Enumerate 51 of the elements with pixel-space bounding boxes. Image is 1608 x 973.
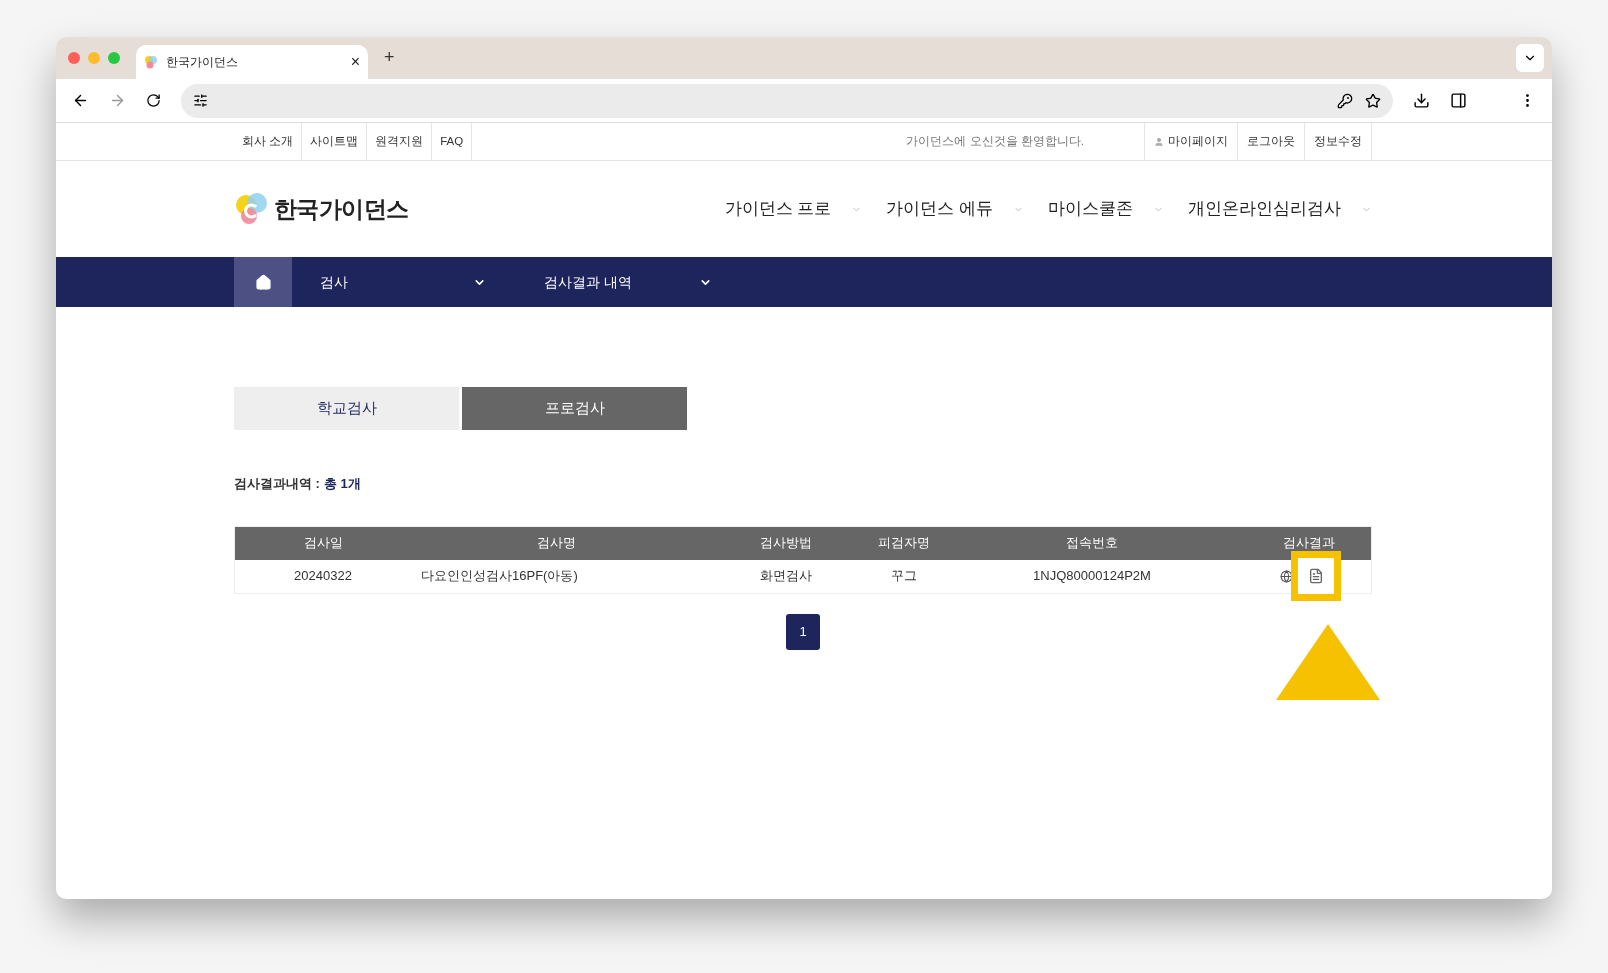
column-header: 검사방법 <box>759 534 813 553</box>
bookmark-icon[interactable] <box>1365 92 1381 109</box>
table-cell-text: 화면검사 <box>759 567 813 586</box>
pdf-download-button[interactable] <box>1298 558 1334 594</box>
site-settings-icon[interactable] <box>193 93 208 108</box>
nav-dropdown[interactable]: 검사결과 내역 <box>498 257 724 307</box>
new-tab-button[interactable]: + <box>384 44 395 71</box>
reload-icon[interactable] <box>146 93 161 108</box>
utility-link[interactable]: 회사 소개 <box>234 123 303 160</box>
column-header: 검사명 <box>535 534 577 553</box>
view-result-icon[interactable] <box>1280 569 1293 583</box>
main-menu-item[interactable]: 가이던스 에듀 <box>886 196 1024 222</box>
welcome-text: 가이던스에 오신것을 환영합니다. <box>905 133 1085 149</box>
column-header: 검사일 <box>302 534 344 553</box>
table-cell-text: 다요인인성검사16PF(아동) <box>420 567 579 586</box>
utility-link[interactable]: 원격지원 <box>367 123 433 160</box>
home-icon <box>254 273 272 291</box>
download-icon[interactable] <box>1413 92 1430 109</box>
main-menu-item[interactable]: 가이던스 프로 <box>724 196 863 222</box>
tab-title: 한국가이던스 <box>166 54 239 71</box>
column-header: 검사결과 <box>1282 534 1336 553</box>
utility-link[interactable]: 사이트맵 <box>302 123 368 160</box>
result-count: 총 1개 <box>323 475 361 493</box>
page-button[interactable]: 1 <box>786 613 820 650</box>
table-cell-text: 20240322 <box>293 567 353 586</box>
side-panel-icon[interactable] <box>1450 92 1467 109</box>
logo-icon <box>144 55 158 69</box>
nav-dropdown[interactable]: 검사 <box>292 257 498 307</box>
column-header: 접속번호 <box>1065 534 1119 553</box>
main-menu-item[interactable]: 마이스쿨존 <box>1048 196 1164 222</box>
tab-close-button[interactable]: × <box>350 50 360 74</box>
logo-mark-icon <box>234 191 270 227</box>
browser-tab[interactable]: 한국가이던스 × <box>136 45 368 79</box>
category-tab[interactable]: 프로검사 <box>462 387 687 430</box>
home-button[interactable] <box>234 257 292 307</box>
key-icon[interactable] <box>1337 92 1353 109</box>
user-icon <box>1154 136 1164 147</box>
utility-link[interactable]: FAQ <box>432 123 473 160</box>
category-tab[interactable]: 학교검사 <box>234 387 459 430</box>
back-icon[interactable] <box>72 92 89 109</box>
logo-text: 한국가이던스 <box>274 194 409 224</box>
document-icon <box>1308 568 1324 584</box>
forward-icon[interactable] <box>109 92 126 109</box>
account-link[interactable]: 마이페이지 <box>1144 123 1237 160</box>
column-header: 피검자명 <box>877 534 931 553</box>
account-link[interactable]: 로그아웃 <box>1237 123 1304 160</box>
table-cell-text: 1NJQ80000124P2M <box>1032 567 1152 586</box>
account-link[interactable]: 정보수정 <box>1304 123 1372 160</box>
table-cell-text: 꾸그 <box>890 567 918 586</box>
summary-label: 검사결과내역 : <box>234 475 320 493</box>
main-menu-item[interactable]: 개인온라인심리검사 <box>1188 196 1372 222</box>
